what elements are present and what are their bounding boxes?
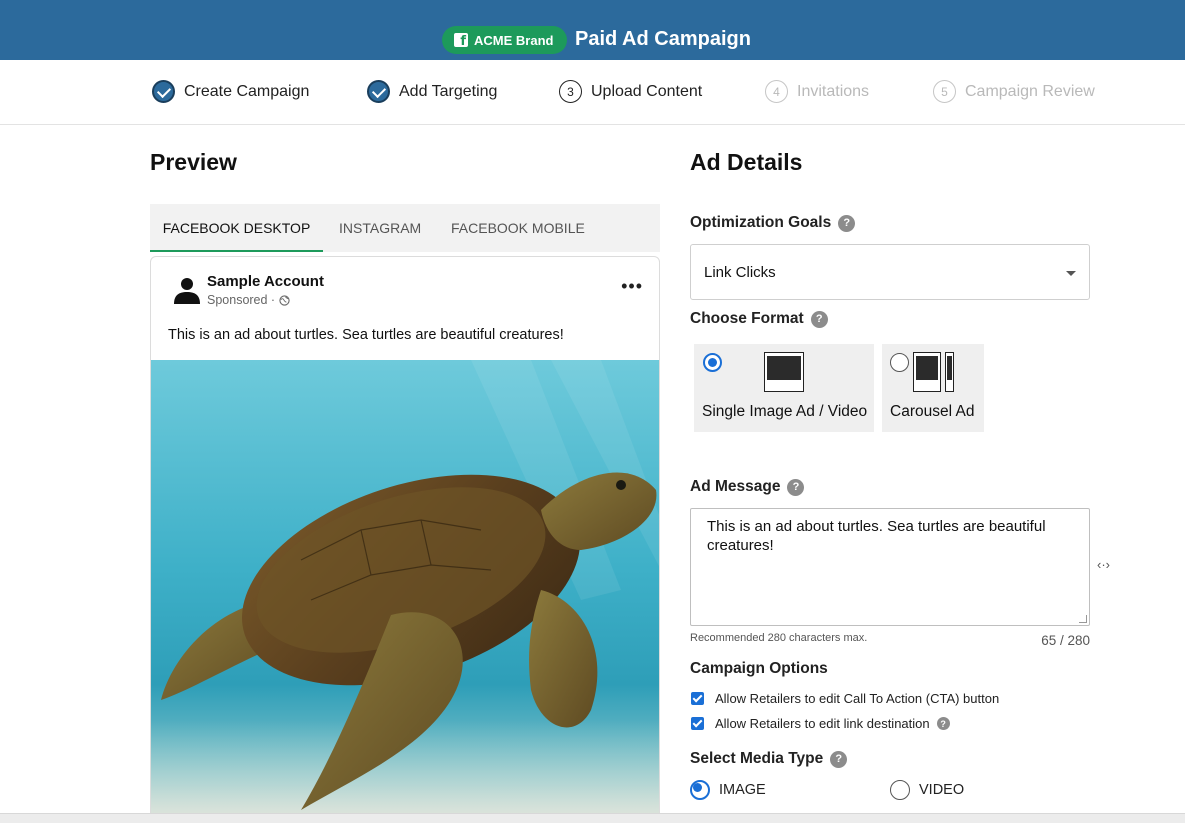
- step-label: Add Targeting: [399, 82, 498, 100]
- help-icon[interactable]: ?: [810, 310, 828, 328]
- sea-turtle-photo: [151, 360, 659, 822]
- option-edit-link[interactable]: Allow Retailers to edit link destination…: [691, 716, 950, 731]
- step-label: Invitations: [797, 82, 870, 100]
- choose-format-text: Choose Format: [690, 310, 804, 327]
- media-option-label: VIDEO: [919, 782, 965, 798]
- preview-tabs: FACEBOOK DESKTOP INSTAGRAM FACEBOOK MOBI…: [150, 204, 660, 252]
- user-avatar-icon: [174, 278, 200, 304]
- media-option-image[interactable]: IMAGE: [690, 780, 766, 800]
- ad-message-value: This is an ad about turtles. Sea turtles…: [707, 518, 1046, 554]
- step-number: 4: [765, 80, 788, 103]
- single-image-format-icon: [764, 352, 804, 392]
- radio-carousel[interactable]: [890, 353, 909, 372]
- media-type-label: Select Media Type ?: [690, 750, 848, 768]
- step-label: Create Campaign: [184, 82, 310, 100]
- facebook-icon: [454, 33, 468, 49]
- ad-message-text: Ad Message: [690, 478, 781, 495]
- globe-icon: [279, 294, 290, 306]
- media-option-label: IMAGE: [719, 782, 766, 798]
- resize-handle-icon[interactable]: [1079, 615, 1087, 623]
- checkmark-icon: [367, 80, 390, 103]
- step-number: 5: [933, 80, 956, 103]
- format-option-single-image[interactable]: Single Image Ad / Video: [694, 344, 874, 432]
- help-icon[interactable]: ?: [838, 214, 856, 232]
- step-upload-content[interactable]: 3 Upload Content: [559, 80, 702, 103]
- format-option-carousel[interactable]: Carousel Ad: [882, 344, 984, 432]
- facebook-post-preview: Sample Account Sponsored · ••• This is a…: [150, 256, 660, 823]
- ad-details-heading: Ad Details: [690, 149, 803, 175]
- brand-label: ACME Brand: [474, 32, 554, 48]
- choose-format-label: Choose Format ?: [690, 310, 828, 328]
- option-edit-cta[interactable]: Allow Retailers to edit Call To Action (…: [691, 691, 999, 706]
- checkbox-checked-icon[interactable]: [691, 692, 704, 705]
- ad-message-label: Ad Message ?: [690, 478, 805, 496]
- chevron-down-icon: [1066, 271, 1076, 276]
- step-label: Campaign Review: [965, 82, 1095, 100]
- progress-stepper: Create Campaign Add Targeting 3 Upload C…: [0, 60, 1185, 125]
- step-invitations: 4 Invitations: [765, 80, 869, 103]
- radio-image[interactable]: [690, 780, 710, 800]
- step-campaign-review: 5 Campaign Review: [933, 80, 1095, 103]
- campaign-options-label: Campaign Options: [690, 660, 828, 678]
- step-label: Upload Content: [591, 82, 703, 100]
- radio-video[interactable]: [890, 780, 910, 800]
- window-bottom-edge: [0, 813, 1185, 823]
- help-icon[interactable]: ?: [830, 750, 848, 768]
- brand-badge: ACME Brand: [442, 26, 568, 54]
- format-label: Carousel Ad: [890, 403, 975, 420]
- sponsored-label: Sponsored ·: [207, 293, 276, 307]
- preview-heading: Preview: [150, 149, 237, 175]
- step-add-targeting[interactable]: Add Targeting: [367, 80, 497, 103]
- step-create-campaign[interactable]: Create Campaign: [152, 80, 309, 103]
- help-icon[interactable]: ?: [787, 478, 805, 496]
- carousel-format-icon: [913, 352, 954, 392]
- checkbox-checked-icon[interactable]: [691, 717, 704, 730]
- account-name: Sample Account: [207, 273, 324, 290]
- format-label: Single Image Ad / Video: [702, 403, 868, 420]
- optimization-goals-text: Optimization Goals: [690, 214, 832, 231]
- option-label: Allow Retailers to edit Call To Action (…: [715, 691, 1000, 706]
- ad-image: [151, 360, 659, 822]
- optimization-goals-label: Optimization Goals ?: [690, 214, 856, 232]
- option-label: Allow Retailers to edit link destination: [715, 716, 930, 731]
- help-icon[interactable]: ?: [936, 717, 950, 730]
- expand-horizontal-icon[interactable]: ‹·›: [1097, 557, 1110, 572]
- optimization-goals-select[interactable]: Link Clicks: [690, 244, 1090, 300]
- top-header: ACME Brand Paid Ad Campaign: [0, 0, 1185, 60]
- page-title: Paid Ad Campaign: [575, 28, 751, 50]
- tab-facebook-desktop[interactable]: FACEBOOK DESKTOP: [150, 204, 323, 252]
- step-number: 3: [559, 80, 582, 103]
- media-type-text: Select Media Type: [690, 750, 824, 767]
- media-option-video[interactable]: VIDEO: [890, 780, 964, 800]
- character-counter: 65 / 280: [1041, 633, 1090, 648]
- tab-facebook-mobile[interactable]: FACEBOOK MOBILE: [451, 204, 585, 252]
- tab-instagram[interactable]: INSTAGRAM: [339, 204, 421, 252]
- ad-message-hint: Recommended 280 characters max.: [690, 632, 868, 644]
- post-text: This is an ad about turtles. Sea turtles…: [168, 327, 564, 343]
- optimization-goals-value: Link Clicks: [704, 264, 776, 281]
- campaign-options-text: Campaign Options: [690, 660, 828, 677]
- ad-message-textarea[interactable]: This is an ad about turtles. Sea turtles…: [690, 508, 1090, 626]
- checkmark-icon: [152, 80, 175, 103]
- radio-single-image[interactable]: [703, 353, 722, 372]
- more-options-icon[interactable]: •••: [621, 277, 643, 295]
- sponsored-line: Sponsored ·: [207, 293, 290, 307]
